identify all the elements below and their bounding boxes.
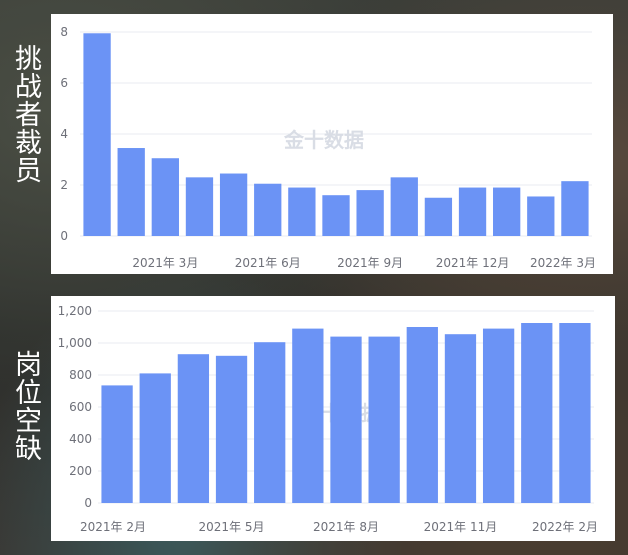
y-tick-label: 1,200 <box>58 304 92 318</box>
bar <box>219 173 248 236</box>
x-tick-label: 2021年 11月 <box>424 520 498 534</box>
x-tick-label: 2021年 2月 <box>80 520 146 534</box>
bar <box>151 158 179 236</box>
y-tick-label: 0 <box>84 496 92 510</box>
bar <box>390 177 418 236</box>
bar <box>322 195 350 236</box>
bottom-chart-panel: 02004006008001,0001,200金十数据2021年 2月2021年… <box>51 296 615 541</box>
y-tick-label: 6 <box>60 76 68 90</box>
bar <box>215 355 248 503</box>
bar <box>254 183 282 236</box>
bar <box>254 342 286 503</box>
bar <box>356 190 384 236</box>
bar <box>493 187 521 236</box>
x-tick-label: 2021年 8月 <box>313 520 379 534</box>
x-tick-label: 2021年 12月 <box>436 256 510 270</box>
y-tick-label: 2 <box>60 178 68 192</box>
x-tick-label: 2021年 6月 <box>235 256 301 270</box>
bar <box>288 187 316 236</box>
x-tick-label: 2022年 2月 <box>532 520 598 534</box>
y-tick-label: 400 <box>69 432 92 446</box>
bar <box>330 336 362 503</box>
y-tick-label: 0 <box>60 229 68 243</box>
x-tick-label: 2021年 5月 <box>199 520 265 534</box>
y-tick-label: 800 <box>69 368 92 382</box>
y-tick-label: 600 <box>69 400 92 414</box>
bar <box>139 373 171 503</box>
layoffs-bar-chart: 0 2 4 6 8 金十数据 2021年 3月 2021年 6月 2021年 9月 2021年 1… <box>60 25 596 270</box>
bar <box>444 334 477 503</box>
top-chart-side-label: 挑战者裁员 <box>10 44 41 184</box>
y-tick-label: 1,000 <box>58 336 92 350</box>
bar <box>368 336 400 503</box>
bar <box>482 328 515 503</box>
bar <box>561 181 589 236</box>
bottom-chart-side-label: 岗位空缺 <box>10 350 41 462</box>
bar <box>185 177 214 236</box>
y-tick-label: 8 <box>60 25 68 39</box>
bar <box>527 196 555 236</box>
watermark-text: 金十数据 <box>283 128 364 152</box>
bar <box>292 328 324 503</box>
bar <box>458 187 487 236</box>
y-tick-label: 200 <box>69 464 92 478</box>
job-openings-bar-chart: 02004006008001,0001,200金十数据2021年 2月2021年… <box>58 304 598 534</box>
bar <box>83 33 111 237</box>
x-tick-label: 2021年 9月 <box>337 256 403 270</box>
bar <box>424 197 453 236</box>
bar <box>406 327 438 503</box>
bar <box>177 354 210 503</box>
bar <box>117 148 145 236</box>
top-chart-panel: 0 2 4 6 8 金十数据 2021年 3月 2021年 6月 2021年 9月 2021年 1… <box>51 14 613 274</box>
x-tick-label: 2021年 3月 <box>132 256 198 270</box>
x-tick-label: 2022年 3月 <box>530 256 596 270</box>
bar <box>521 323 553 503</box>
bar <box>559 323 591 503</box>
bar <box>101 385 133 503</box>
y-tick-label: 4 <box>60 127 68 141</box>
